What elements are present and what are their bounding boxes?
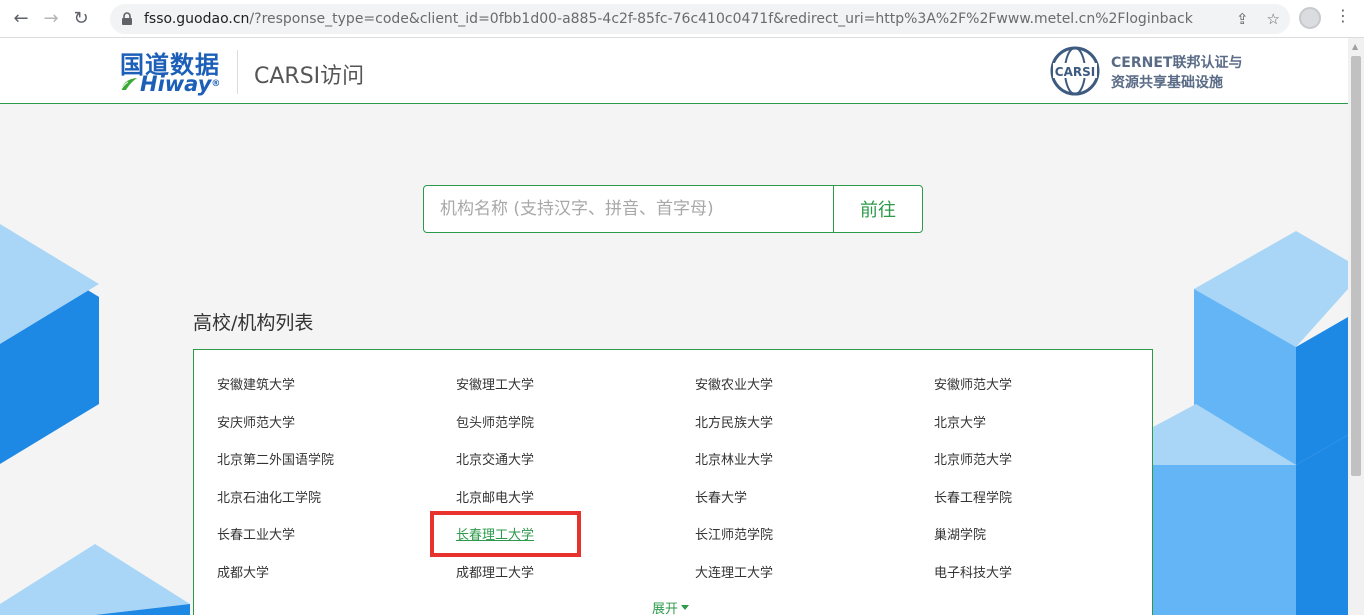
cube-face: [1194, 231, 1348, 347]
highlight-annotation-box: [430, 511, 581, 557]
institution-link[interactable]: 成都大学: [217, 555, 456, 593]
leaf-icon: [120, 78, 137, 91]
browser-toolbar: ← → ↻ fsso.guodao.cn/?response_type=code…: [0, 0, 1364, 38]
institution-link[interactable]: 包头师范学院: [456, 405, 695, 443]
cube-face: [0, 224, 99, 344]
cube-face: [1194, 289, 1296, 465]
scroll-thumb[interactable]: [1351, 56, 1361, 476]
institution-link[interactable]: 北京师范大学: [934, 442, 1173, 480]
institution-link[interactable]: 北京交通大学: [456, 442, 695, 480]
institution-link[interactable]: 安庆师范大学: [217, 405, 456, 443]
url-path: /?response_type=code&client_id=0fbb1d00-…: [249, 11, 1193, 27]
cube-face: [0, 544, 190, 615]
forward-arrow-icon: →: [43, 8, 59, 29]
cube-face: [0, 237, 99, 464]
institution-link[interactable]: 电子科技大学: [934, 555, 1173, 593]
caret-down-icon: [681, 605, 690, 610]
share-icon[interactable]: ⇪: [1236, 10, 1249, 28]
profile-avatar-icon[interactable]: [1299, 7, 1321, 29]
expand-label: 展开: [652, 602, 679, 615]
bookmark-star-icon[interactable]: ☆: [1267, 10, 1280, 28]
institution-link[interactable]: 北方民族大学: [695, 405, 934, 443]
institution-link[interactable]: 北京第二外国语学院: [217, 442, 456, 480]
institution-link[interactable]: 长江师范学院: [695, 517, 934, 555]
institution-grid: 安徽建筑大学 安徽理工大学 安徽农业大学 安徽师范大学 安庆师范大学 包头师范学院 北方民族…: [217, 367, 1147, 593]
forward-button[interactable]: →: [36, 4, 66, 34]
hiway-logo-text: Hiway: [140, 72, 212, 96]
cube-face: [0, 237, 99, 357]
expand-button[interactable]: 展开: [652, 598, 690, 615]
cube-face: [1153, 404, 1296, 465]
cube-face: [1296, 435, 1348, 615]
carsi-badge-text: CARSI: [1055, 65, 1095, 79]
cernet-slogan-line2: 资源共享基础设施: [1111, 75, 1223, 91]
institution-list-title: 高校/机构列表: [193, 312, 314, 334]
institution-link[interactable]: 长春工业大学: [217, 517, 456, 555]
back-arrow-icon: ←: [13, 8, 29, 29]
institution-link[interactable]: 长春大学: [695, 480, 934, 518]
carsi-access-title: CARSI访问: [254, 64, 365, 89]
reload-icon: ↻: [73, 8, 89, 29]
go-button[interactable]: 前往: [833, 186, 922, 232]
registered-mark: ®: [211, 79, 221, 89]
url-host: fsso.guodao.cn: [144, 11, 250, 27]
institution-link[interactable]: 成都理工大学: [456, 555, 695, 593]
institution-search-input[interactable]: [424, 186, 833, 232]
cube-face: [95, 604, 190, 615]
browser-menu-icon[interactable]: ⋮: [1335, 8, 1351, 24]
institution-link[interactable]: 安徽师范大学: [934, 367, 1173, 405]
page-scrollbar[interactable]: ▲: [1348, 38, 1364, 615]
institution-link[interactable]: 安徽农业大学: [695, 367, 934, 405]
hiway-logo[interactable]: Hiway ®: [120, 72, 220, 96]
address-bar[interactable]: fsso.guodao.cn/?response_type=code&clien…: [110, 4, 1290, 34]
lock-icon: [122, 12, 132, 25]
back-button[interactable]: ←: [6, 4, 36, 34]
institution-link[interactable]: 北京大学: [934, 405, 1173, 443]
header-divider: [237, 50, 238, 94]
institution-link[interactable]: 北京石油化工学院: [217, 480, 456, 518]
cube-face: [1296, 317, 1348, 465]
institution-link[interactable]: 北京林业大学: [695, 442, 934, 480]
carsi-globe-icon: CARSI: [1050, 46, 1100, 96]
site-header: 国道数据 Hiway ® CARSI访问 CARSI CERNET联邦认证与 资源…: [0, 38, 1348, 104]
institution-list-panel: 安徽建筑大学 安徽理工大学 安徽农业大学 安徽师范大学 安庆师范大学 包头师范学院 北方民族…: [193, 349, 1153, 615]
search-box: 前往: [423, 185, 923, 233]
institution-link[interactable]: 大连理工大学: [695, 555, 934, 593]
cube-face: [1153, 465, 1296, 615]
institution-link[interactable]: 巢湖学院: [934, 517, 1173, 555]
reload-button[interactable]: ↻: [66, 4, 96, 34]
scroll-up-arrow-icon[interactable]: ▲: [1352, 42, 1358, 51]
institution-link[interactable]: 安徽理工大学: [456, 367, 695, 405]
institution-link[interactable]: 长春工程学院: [934, 480, 1173, 518]
institution-link[interactable]: 安徽建筑大学: [217, 367, 456, 405]
cernet-slogan-line1: CERNET联邦认证与: [1111, 55, 1243, 71]
